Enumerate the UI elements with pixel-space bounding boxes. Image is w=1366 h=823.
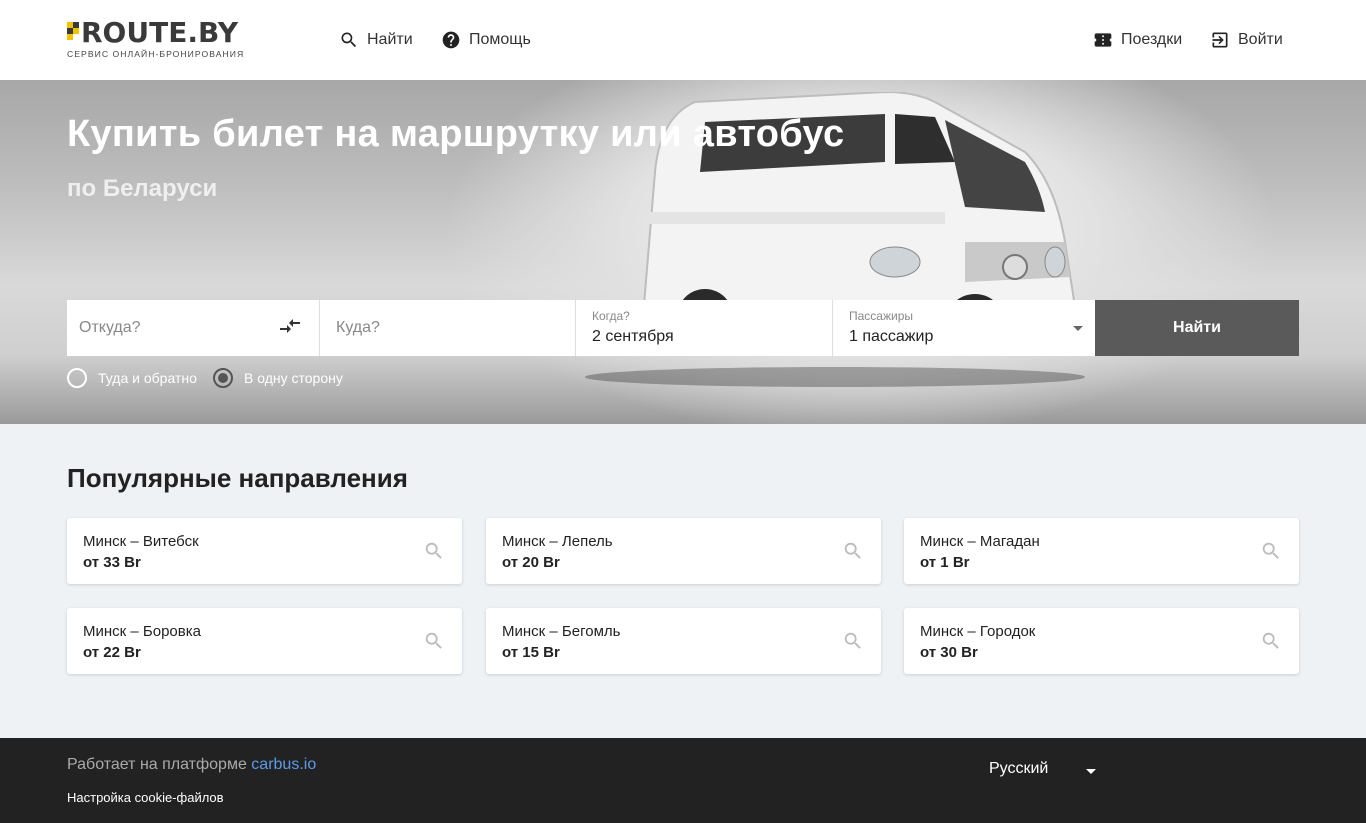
- passengers-label: Пассажиры: [849, 309, 914, 323]
- route-name: Минск – Бегомль: [502, 623, 621, 640]
- nav-trips-label: Поездки: [1121, 31, 1183, 48]
- search-icon: [425, 632, 442, 649]
- route-card[interactable]: Минск – Городок от 30 Br: [904, 608, 1299, 674]
- nav-login-link[interactable]: Войти: [1210, 29, 1283, 51]
- search-icon: [844, 542, 861, 559]
- nav-find-link[interactable]: Найти: [339, 29, 413, 51]
- nav-help-label: Помощь: [469, 31, 531, 48]
- carbus-link[interactable]: carbus.io: [251, 756, 316, 773]
- nav-find-label: Найти: [367, 31, 413, 48]
- logo-text: ROUTE.BY: [81, 16, 239, 49]
- route-price: от 33 Br: [83, 554, 141, 571]
- ticket-icon: [1094, 33, 1112, 47]
- radio-one-way-label: В одну сторону: [244, 370, 343, 386]
- route-card[interactable]: Минск – Витебск от 33 Br: [67, 518, 462, 584]
- language-select[interactable]: Русский: [989, 760, 1103, 782]
- footer: Работает на платформе carbus.io Настройк…: [0, 738, 1366, 823]
- logo[interactable]: ROUTE.BY СЕРВИС ОНЛАЙН-БРОНИРОВАНИЯ: [67, 16, 267, 61]
- route-card[interactable]: Минск – Магадан от 1 Br: [904, 518, 1299, 584]
- hero-banner: Купить билет на маршрутку или автобус по…: [0, 80, 1366, 424]
- route-price: от 30 Br: [920, 644, 978, 661]
- search-icon: [1262, 542, 1279, 559]
- search-form: Откуда? Куда? Когда? 2 сентября Пассажир…: [67, 300, 1299, 356]
- route-price: от 15 Br: [502, 644, 560, 661]
- chevron-down-icon: [1073, 326, 1083, 331]
- date-label: Когда?: [592, 309, 630, 323]
- route-name: Минск – Витебск: [83, 533, 199, 550]
- passengers-value: 1 пассажир: [849, 328, 934, 345]
- route-price: от 20 Br: [502, 554, 560, 571]
- date-field[interactable]: Когда? 2 сентября: [576, 300, 833, 356]
- powered-by-prefix: Работает на платформе: [67, 756, 252, 773]
- chevron-down-icon: [1086, 769, 1096, 774]
- hero-subtitle: по Беларуси: [67, 175, 218, 202]
- nav-help-link[interactable]: Помощь: [441, 29, 531, 51]
- route-price: от 1 Br: [920, 554, 970, 571]
- from-placeholder: Откуда?: [79, 319, 141, 336]
- route-card[interactable]: Минск – Боровка от 22 Br: [67, 608, 462, 674]
- swap-direction-icon[interactable]: [278, 316, 302, 340]
- route-price: от 22 Br: [83, 644, 141, 661]
- top-header: ROUTE.BY СЕРВИС ОНЛАЙН-БРОНИРОВАНИЯ Найт…: [0, 0, 1366, 80]
- radio-one-way[interactable]: В одну сторону: [213, 368, 343, 388]
- route-name: Минск – Магадан: [920, 533, 1040, 550]
- search-icon: [844, 632, 861, 649]
- search-icon: [341, 32, 357, 48]
- route-name: Минск – Городок: [920, 623, 1036, 640]
- route-card[interactable]: Минск – Бегомль от 15 Br: [486, 608, 881, 674]
- search-icon: [425, 542, 442, 559]
- radio-round-trip[interactable]: Туда и обратно: [67, 368, 197, 388]
- route-name: Минск – Боровка: [83, 623, 201, 640]
- radio-circle-checked: [213, 368, 233, 388]
- search-icon: [1262, 632, 1279, 649]
- route-card[interactable]: Минск – Лепель от 20 Br: [486, 518, 881, 584]
- language-value: Русский: [989, 760, 1049, 777]
- search-submit-button[interactable]: Найти: [1095, 300, 1299, 356]
- logo-subtitle: СЕРВИС ОНЛАЙН-БРОНИРОВАНИЯ: [67, 49, 245, 59]
- to-placeholder: Куда?: [336, 319, 380, 336]
- passengers-select[interactable]: Пассажиры 1 пассажир: [833, 300, 1095, 356]
- nav-trips-link[interactable]: Поездки: [1093, 29, 1182, 51]
- popular-routes-title: Популярные направления: [67, 463, 408, 493]
- radio-round-trip-label: Туда и обратно: [98, 370, 197, 386]
- date-value: 2 сентября: [592, 328, 674, 345]
- route-name: Минск – Лепель: [502, 533, 613, 550]
- to-field[interactable]: Куда?: [320, 300, 576, 356]
- login-icon: [1212, 32, 1228, 48]
- from-field[interactable]: Откуда?: [67, 300, 320, 356]
- powered-by-text: Работает на платформе carbus.io: [67, 756, 316, 774]
- hero-title: Купить билет на маршрутку или автобус: [67, 113, 845, 155]
- cookie-settings-link[interactable]: Настройка cookie-файлов: [67, 790, 224, 805]
- nav-login-label: Войти: [1238, 31, 1283, 48]
- radio-circle: [67, 368, 87, 388]
- help-icon: [442, 31, 460, 49]
